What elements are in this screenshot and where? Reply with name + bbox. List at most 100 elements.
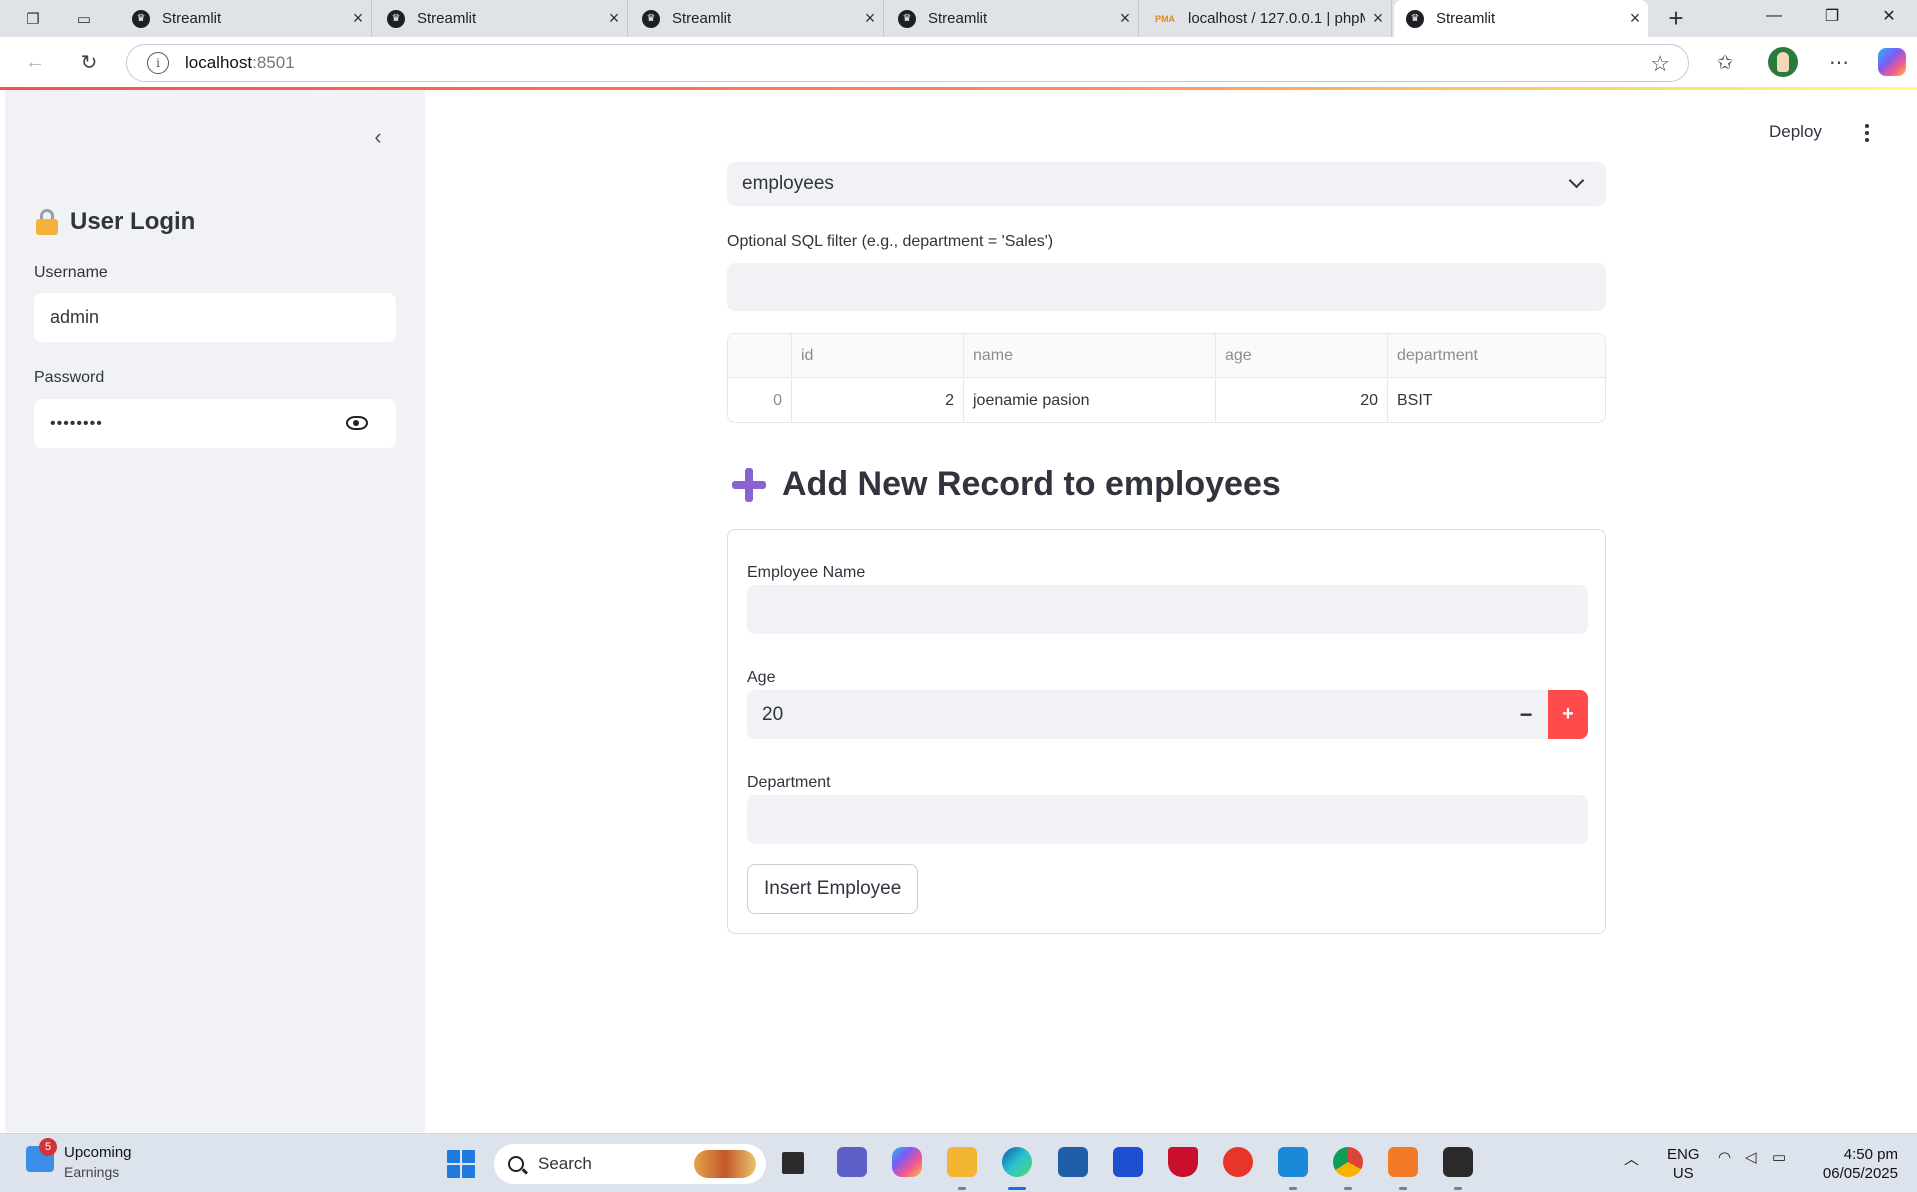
task-view-icon[interactable] [782,1152,804,1174]
close-tab-icon[interactable]: × [1112,8,1138,29]
close-tab-icon[interactable]: × [1622,8,1648,29]
windows-start-icon[interactable] [447,1150,475,1178]
sql-filter-input[interactable] [727,263,1606,311]
department-cell[interactable]: BSIT [1388,379,1605,422]
streamlit-crown-icon: ♛ [387,9,405,28]
running-indicator [1399,1187,1407,1190]
age-cell[interactable]: 20 [1216,379,1388,422]
browser-tab-1[interactable]: ♛ Streamlit × [120,0,372,37]
close-window-icon[interactable]: ✕ [1860,0,1917,32]
index-column-header [728,334,792,378]
sidebar-title-text: User Login [70,208,196,235]
taskbar-search-box[interactable]: Search [494,1144,766,1184]
tab-title: Streamlit [928,10,988,27]
collapse-sidebar-chevron-icon[interactable]: ‹ [363,122,393,152]
copilot-icon[interactable] [1878,48,1906,76]
file-explorer-icon[interactable] [947,1147,977,1177]
tab-title: Streamlit [672,10,732,27]
mathpix-icon[interactable] [1113,1147,1143,1177]
department-label: Department [747,774,831,791]
name-cell[interactable]: joenamie pasion [964,379,1216,422]
notification-badge: 5 [39,1138,57,1156]
close-tab-icon[interactable]: × [601,8,627,29]
browser-tab-5[interactable]: PMA localhost / 127.0.0.1 | phpM × [1142,0,1392,37]
insert-employee-button[interactable]: Insert Employee [747,864,919,914]
widget-subtitle[interactable]: Earnings [64,1164,119,1180]
password-field[interactable]: •••••••• [34,399,396,448]
id-cell[interactable]: 2 [792,379,964,422]
department-field[interactable] [747,795,1588,844]
streamlit-crown-icon: ♛ [898,9,916,28]
phpmyadmin-icon: PMA [1155,13,1175,24]
reload-icon[interactable]: ↻ [73,47,105,77]
back-arrow-icon[interactable]: ← [19,47,51,77]
close-tab-icon[interactable]: × [345,8,371,29]
running-indicator [1344,1187,1352,1190]
widget-title[interactable]: Upcoming [64,1144,132,1161]
main-menu-kebab-icon[interactable] [1855,119,1879,147]
deploy-button[interactable]: Deploy [1769,122,1822,142]
decrement-button[interactable]: − [1506,690,1546,739]
more-options-icon[interactable]: ⋯ [1823,47,1855,77]
show-hidden-icons-chevron-icon[interactable]: ︿ [1624,1148,1639,1169]
show-password-eye-icon[interactable] [346,416,368,430]
taskbar-search-label: Search [538,1154,592,1173]
volume-icon[interactable]: ◁ [1745,1148,1757,1166]
tab-actions-icon[interactable]: ▭ [70,6,98,32]
restore-icon[interactable]: ❐ [1803,0,1861,32]
browser-tab-4[interactable]: ♛ Streamlit × [886,0,1139,37]
tab-title: Streamlit [1436,10,1496,27]
clock-date: 06/05/2025 [1822,1165,1898,1182]
column-header-age[interactable]: age [1216,334,1388,378]
table-select-dropdown[interactable]: employees [727,162,1606,206]
employee-name-field[interactable] [747,585,1588,634]
microsoft-store-icon[interactable] [1058,1147,1088,1177]
url-text: localhost:8501 [185,53,295,73]
workspaces-icon[interactable]: ❐ [19,6,47,32]
username-field[interactable]: admin [34,293,396,342]
age-number-input[interactable]: 20 − + [747,690,1588,739]
battery-icon[interactable]: ▭ [1772,1148,1786,1166]
data-table[interactable]: id name age department 0 2 joenamie pasi… [727,333,1606,423]
site-info-icon[interactable]: i [147,52,169,74]
tab-title: Streamlit [162,10,222,27]
column-header-name[interactable]: name [964,334,1216,378]
teams-icon[interactable] [837,1147,867,1177]
edge-browser-icon[interactable] [1002,1147,1032,1177]
minimize-icon[interactable]: — [1745,0,1803,32]
system-clock[interactable]: 4:50 pm 06/05/2025 [1820,1145,1898,1183]
tab-title: Streamlit [417,10,477,27]
input-language-indicator[interactable]: ENG US [1667,1145,1700,1183]
close-tab-icon[interactable]: × [1365,8,1391,29]
wps-office-icon[interactable] [1223,1147,1253,1177]
row-index-cell: 0 [728,379,792,422]
close-tab-icon[interactable]: × [857,8,883,29]
table-header-row: id name age department [728,334,1605,378]
windows-taskbar: 5 Upcoming Earnings Search ︿ ENG US ◠ ◁ … [0,1133,1917,1192]
password-masked-value: •••••••• [50,414,103,432]
column-header-id[interactable]: id [792,334,964,378]
column-header-department[interactable]: department [1388,334,1605,378]
age-label: Age [747,669,776,686]
streamlit-crown-icon: ♛ [132,9,150,28]
url-host: localhost [185,53,253,72]
wifi-icon[interactable]: ◠ [1718,1148,1731,1166]
favorites-icon[interactable]: ✩ [1709,47,1741,77]
favorite-star-icon[interactable]: ☆ [1650,51,1670,77]
terminal-icon[interactable] [1443,1147,1473,1177]
browser-tab-2[interactable]: ♛ Streamlit × [375,0,628,37]
xampp-icon[interactable] [1388,1147,1418,1177]
address-bar[interactable]: i localhost:8501 ☆ [126,44,1689,82]
running-indicator [1289,1187,1297,1190]
increment-button[interactable]: + [1548,690,1588,739]
browser-tab-6-active[interactable]: ♛ Streamlit × [1394,0,1648,37]
browser-tab-3[interactable]: ♛ Streamlit × [630,0,884,37]
copilot-app-icon[interactable] [892,1147,922,1177]
chrome-icon[interactable] [1333,1147,1363,1177]
streamlit-crown-icon: ♛ [1406,9,1424,28]
mcafee-icon[interactable] [1168,1147,1198,1177]
profile-avatar[interactable] [1768,47,1798,77]
new-tab-icon[interactable]: + [1660,3,1692,33]
vscode-icon[interactable] [1278,1147,1308,1177]
tab-title: localhost / 127.0.0.1 | phpM [1188,10,1365,27]
